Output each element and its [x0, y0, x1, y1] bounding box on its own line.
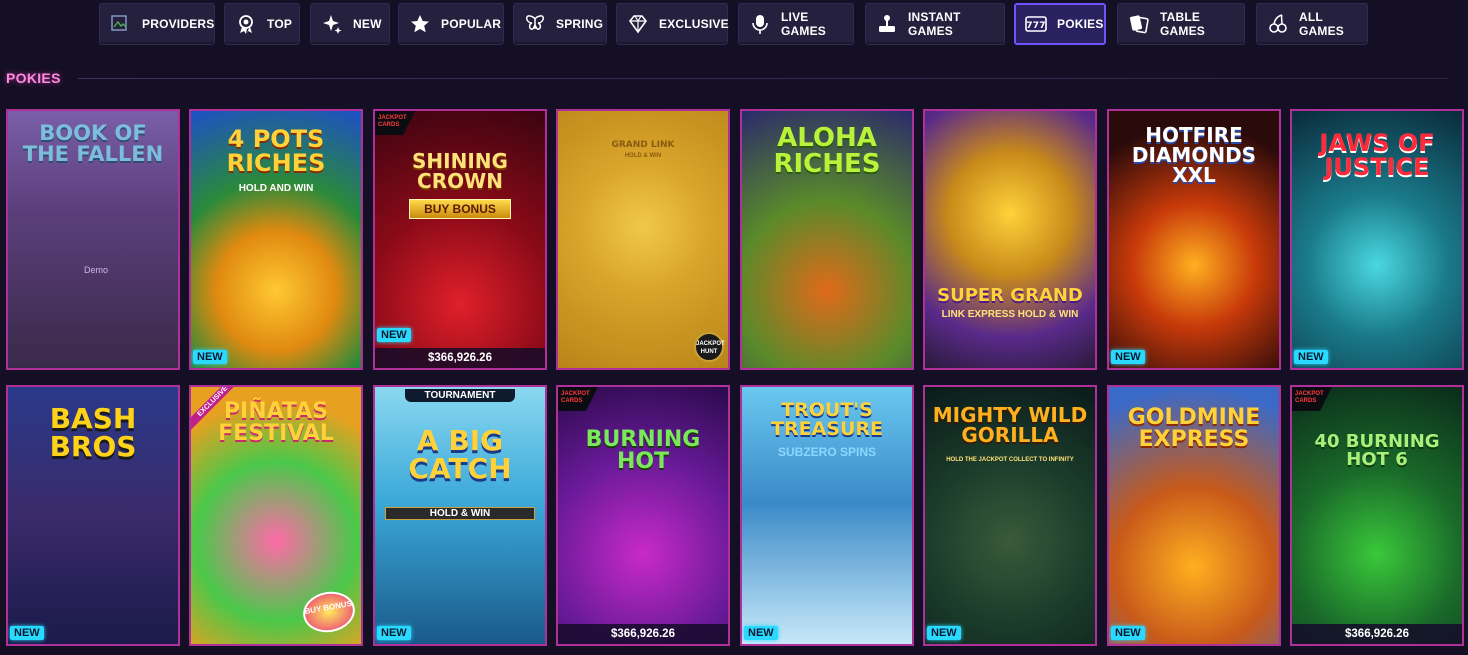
game-card[interactable]: JACKPOT CARDS BURNING HOT $366,926.26 — [556, 385, 730, 646]
tab-label: INSTANT GAMES — [908, 10, 961, 38]
game-card[interactable]: 4 POTS RICHES HOLD AND WIN NEW — [189, 109, 363, 370]
tab-label: NEW — [353, 17, 382, 31]
tab-label: TOP — [267, 17, 293, 31]
game-title: HOTFIRE DIAMONDS XXL — [1131, 123, 1257, 187]
game-card[interactable]: JAWS OF JUSTICE NEW — [1290, 109, 1464, 370]
new-badge: NEW — [1111, 626, 1145, 640]
game-title: SUPER GRAND — [937, 285, 1083, 306]
game-thumbnail — [925, 111, 1095, 368]
tab-label: ALL GAMES — [1299, 10, 1345, 38]
game-title: MIGHTY WILD GORILLA — [932, 403, 1088, 447]
tab-popular[interactable]: POPULAR — [398, 3, 504, 45]
game-title: JAWS OF JUSTICE — [1319, 129, 1435, 181]
tab-label: PROVIDERS — [142, 17, 215, 31]
game-card[interactable]: JACKPOT CARDS SHINING CROWN BUY BONUS NE… — [373, 109, 547, 370]
game-card[interactable]: TOURNAMENT A BIG CATCH HOLD & WIN NEW — [373, 385, 547, 646]
game-title: BASH BROS — [49, 402, 137, 463]
game-title: BOOK OF THE FALLEN — [22, 121, 164, 166]
slot-777-icon: 777 — [1025, 13, 1047, 35]
game-card[interactable]: HOTFIRE DIAMONDS XXL NEW — [1107, 109, 1281, 370]
star-icon — [409, 13, 431, 35]
tab-spring[interactable]: SPRING — [513, 3, 607, 45]
game-subtitle: LINK EXPRESS HOLD & WIN — [941, 309, 1079, 320]
game-subtitle: SUBZERO SPINS — [777, 445, 876, 459]
game-card[interactable]: GRAND LINK HOLD & WIN JACKPOT HUNT — [556, 109, 730, 370]
game-card[interactable]: EXCLUSIVE PIÑATAS FESTIVAL BUY BONUS — [189, 385, 363, 646]
game-card[interactable]: GOLDMINE EXPRESS NEW — [1107, 385, 1281, 646]
award-ribbon-icon — [235, 13, 257, 35]
tab-label: SPRING — [556, 17, 604, 31]
buy-bonus-label: BUY BONUS — [409, 199, 511, 219]
new-badge: NEW — [193, 350, 227, 364]
jackpot-amount: $366,926.26 — [375, 348, 545, 368]
category-nav: PROVIDERS TOP NEW POPULAR SPRING EXCLUSI… — [0, 3, 1468, 47]
game-card[interactable]: TROUT'S TREASURE SUBZERO SPINS NEW — [740, 385, 914, 646]
game-subtitle: HOLD THE JACKPOT COLLECT TO INFINITY — [946, 457, 1074, 463]
game-title: 4 POTS RICHES — [226, 125, 326, 177]
new-badge: NEW — [1111, 350, 1145, 364]
game-subtitle: HOLD & WIN — [385, 507, 535, 520]
new-badge: NEW — [1294, 350, 1328, 364]
tab-live-games[interactable]: LIVE GAMES — [738, 3, 854, 45]
demo-label: Demo — [84, 265, 109, 275]
game-title: 40 BURNING HOT 6 — [1314, 431, 1440, 470]
jackpot-hunt-badge: JACKPOT HUNT — [694, 332, 725, 362]
tab-pokies[interactable]: 777 POKIES — [1014, 3, 1106, 45]
new-badge: NEW — [10, 626, 44, 640]
new-badge: NEW — [927, 626, 961, 640]
game-card[interactable]: ALOHA RICHES — [740, 109, 914, 370]
tournament-tag: TOURNAMENT — [405, 389, 515, 402]
joystick-icon — [876, 13, 898, 35]
game-card[interactable]: MIGHTY WILD GORILLA HOLD THE JACKPOT COL… — [923, 385, 1097, 646]
sparkle-icon — [321, 13, 343, 35]
new-badge: NEW — [377, 626, 411, 640]
cherries-icon — [1267, 13, 1289, 35]
game-card[interactable]: BASH BROS NEW — [6, 385, 180, 646]
cards-icon — [1128, 13, 1150, 35]
section-title: POKIES — [6, 70, 61, 86]
game-title: GRAND LINK — [611, 140, 675, 150]
tab-providers[interactable]: PROVIDERS — [99, 3, 215, 45]
section-divider — [78, 78, 1448, 79]
jackpot-amount: $366,926.26 — [558, 624, 728, 644]
diamond-icon — [627, 13, 649, 35]
game-card[interactable]: SUPER GRAND LINK EXPRESS HOLD & WIN — [923, 109, 1097, 370]
tab-label: LIVE GAMES — [781, 10, 827, 38]
new-badge: NEW — [377, 328, 411, 342]
svg-text:777: 777 — [1026, 21, 1045, 31]
game-title: PIÑATAS FESTIVAL — [218, 399, 334, 446]
tab-new[interactable]: NEW — [310, 3, 390, 45]
butterfly-icon — [524, 13, 546, 35]
game-thumbnail — [558, 387, 728, 644]
game-title: TROUT'S TREASURE — [771, 399, 883, 440]
game-grid: BOOK OF THE FALLEN Demo 4 POTS RICHES HO… — [6, 109, 1464, 649]
tab-label: EXCLUSIVE — [659, 17, 729, 31]
game-title: SHINING CROWN — [412, 149, 508, 193]
tab-label: TABLE GAMES — [1160, 10, 1206, 38]
tab-label: POKIES — [1057, 17, 1104, 31]
tab-all-games[interactable]: ALL GAMES — [1256, 3, 1368, 45]
tab-instant-games[interactable]: INSTANT GAMES — [865, 3, 1005, 45]
game-title: ALOHA RICHES — [773, 123, 881, 179]
microphone-icon — [749, 13, 771, 35]
tab-top[interactable]: TOP — [224, 3, 300, 45]
game-title: A BIG CATCH — [408, 424, 512, 485]
tab-exclusive[interactable]: EXCLUSIVE — [616, 3, 729, 45]
game-title: BURNING HOT — [585, 427, 701, 474]
broken-image-icon — [110, 13, 132, 35]
game-thumbnail — [1292, 387, 1462, 644]
game-title: GOLDMINE EXPRESS — [1127, 405, 1261, 452]
tab-label: POPULAR — [441, 17, 502, 31]
jackpot-amount: $366,926.26 — [1292, 624, 1462, 644]
new-badge: NEW — [744, 626, 778, 640]
game-card[interactable]: BOOK OF THE FALLEN Demo — [6, 109, 180, 370]
game-card[interactable]: JACKPOT CARDS 40 BURNING HOT 6 $366,926.… — [1290, 385, 1464, 646]
game-subtitle: HOLD AND WIN — [238, 183, 314, 194]
game-subtitle: HOLD & WIN — [624, 153, 662, 159]
tab-table-games[interactable]: TABLE GAMES — [1117, 3, 1245, 45]
